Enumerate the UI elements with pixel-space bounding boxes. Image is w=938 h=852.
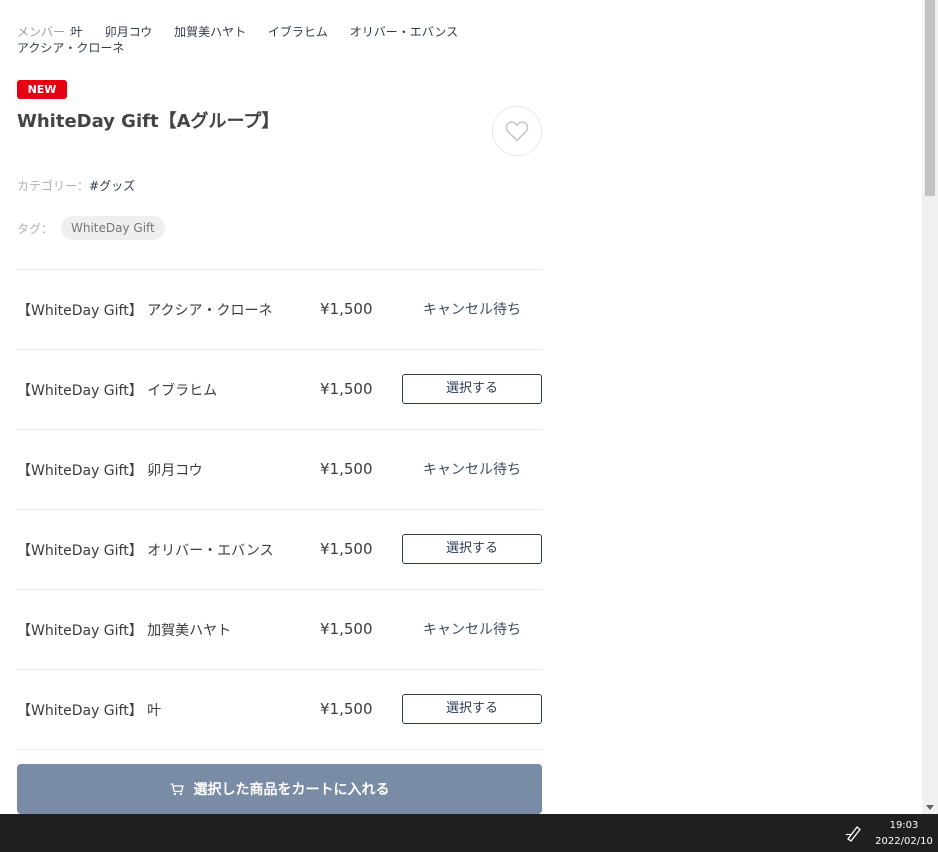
favorite-button[interactable]: [492, 106, 542, 156]
item-name: 【WhiteDay Gift】 加賀美ハヤト: [17, 623, 232, 639]
add-to-cart-button[interactable]: 選択した商品をカートに入れる: [17, 764, 542, 814]
select-button[interactable]: 選択する: [402, 694, 542, 724]
vertical-scrollbar[interactable]: [922, 0, 938, 814]
category-row: カテゴリー：#グッズ: [17, 178, 135, 194]
member-link[interactable]: オリバー・エバンス: [350, 25, 458, 39]
scrollbar-thumb[interactable]: [925, 0, 935, 196]
item-row: 【WhiteDay Gift】 アクシア・クローネ ¥1,500 キャンセル待ち: [17, 270, 542, 350]
item-price: ¥1,500: [320, 300, 373, 318]
item-row: 【WhiteDay Gift】 オリバー・エバンス ¥1,500 選択する: [17, 510, 542, 590]
heart-icon: [505, 121, 529, 142]
waitlist-status: キャンセル待ち: [423, 622, 521, 638]
clock-time: 19:03: [889, 820, 919, 831]
member-label: メンバー :: [17, 25, 73, 39]
select-button[interactable]: 選択する: [402, 374, 542, 404]
pen-icon[interactable]: [845, 824, 863, 846]
item-row: 【WhiteDay Gift】 叶 ¥1,500 選択する: [17, 670, 542, 750]
item-name: 【WhiteDay Gift】 アクシア・クローネ: [17, 303, 273, 319]
item-list: 【WhiteDay Gift】 アクシア・クローネ ¥1,500 キャンセル待ち…: [17, 269, 542, 750]
clock-date: 2022/02/10: [875, 836, 933, 847]
waitlist-status: キャンセル待ち: [423, 302, 521, 318]
item-row: 【WhiteDay Gift】 加賀美ハヤト ¥1,500 キャンセル待ち: [17, 590, 542, 670]
member-link[interactable]: 叶: [71, 25, 83, 39]
item-price: ¥1,500: [320, 620, 373, 638]
cart-icon: [170, 782, 184, 796]
item-name: 【WhiteDay Gift】 イブラヒム: [17, 383, 218, 399]
item-row: 【WhiteDay Gift】 イブラヒム ¥1,500 選択する: [17, 350, 542, 430]
member-link[interactable]: 加賀美ハヤト: [174, 25, 246, 39]
item-name: 【WhiteDay Gift】 叶: [17, 703, 162, 719]
category-link[interactable]: #グッズ: [89, 179, 135, 193]
category-label: カテゴリー：: [17, 179, 90, 193]
item-row: 【WhiteDay Gift】 卯月コウ ¥1,500 キャンセル待ち: [17, 430, 542, 510]
product-page: メンバー :叶 卯月コウ 加賀美ハヤト イブラヒム オリバー・エバンス アクシア…: [0, 0, 922, 814]
tag-pill[interactable]: WhiteDay Gift: [61, 216, 165, 240]
scroll-down-arrow-icon[interactable]: [926, 805, 934, 810]
tag-label: タグ：: [17, 221, 54, 236]
cart-button-label: 選択した商品をカートに入れる: [193, 782, 390, 798]
item-price: ¥1,500: [320, 380, 373, 398]
item-price: ¥1,500: [320, 700, 373, 718]
item-name: 【WhiteDay Gift】 卯月コウ: [17, 463, 203, 479]
item-name: 【WhiteDay Gift】 オリバー・エバンス: [17, 543, 274, 559]
item-price: ¥1,500: [320, 540, 373, 558]
new-badge: NEW: [17, 80, 67, 99]
waitlist-status: キャンセル待ち: [423, 462, 521, 478]
member-link[interactable]: アクシア・クローネ: [17, 41, 124, 55]
member-link[interactable]: イブラヒム: [268, 25, 328, 39]
select-button[interactable]: 選択する: [402, 534, 542, 564]
member-link[interactable]: 卯月コウ: [105, 25, 153, 39]
member-list: メンバー :叶 卯月コウ 加賀美ハヤト イブラヒム オリバー・エバンス アクシア…: [17, 24, 487, 56]
taskbar-clock[interactable]: 19:03 2022/02/10: [870, 818, 938, 850]
tag-row: タグ： WhiteDay Gift: [17, 216, 165, 240]
item-price: ¥1,500: [320, 460, 373, 478]
taskbar: 19:03 2022/02/10: [0, 814, 938, 852]
product-title: WhiteDay Gift【Aグループ】: [17, 111, 280, 132]
